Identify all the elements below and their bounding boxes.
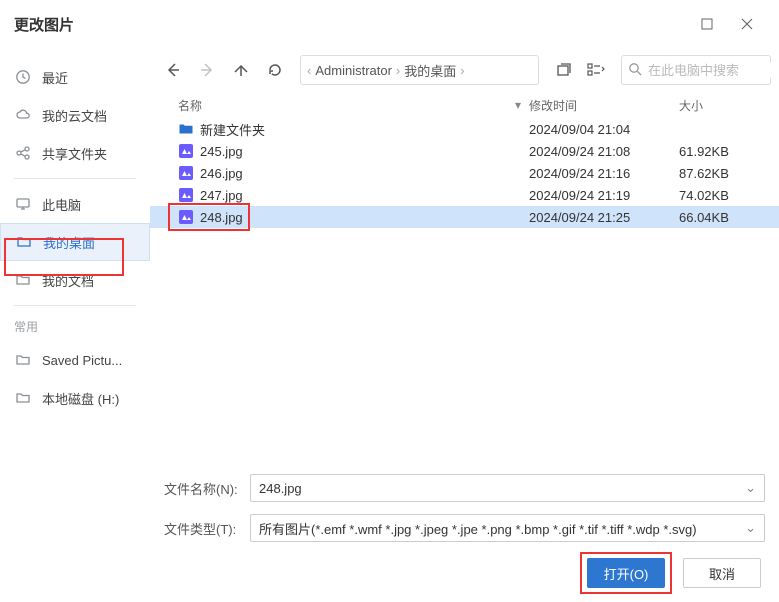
sidebar-item-desktop[interactable]: 我的桌面: [0, 223, 150, 261]
cancel-button[interactable]: 取消: [683, 558, 761, 588]
sidebar-item-label: 我的文档: [42, 271, 94, 290]
column-name[interactable]: 名称▾: [178, 97, 529, 114]
sidebar-item-label: 我的云文档: [42, 106, 107, 125]
file-row[interactable]: 246.jpg2024/09/24 21:1687.62KB: [150, 162, 779, 184]
chevron-left-icon: ‹: [307, 63, 311, 78]
share-icon: [14, 144, 32, 162]
close-button[interactable]: [727, 0, 767, 48]
sidebar-item-drive-h[interactable]: 本地磁盘 (H:): [0, 379, 150, 417]
image-file-icon: [178, 165, 194, 181]
sidebar-item-savedpics[interactable]: Saved Pictu...: [0, 341, 150, 379]
sidebar-item-label: 共享文件夹: [42, 144, 107, 163]
breadcrumb-part[interactable]: Administrator: [315, 63, 392, 78]
file-size: 74.02KB: [679, 188, 769, 203]
sidebar-section-header: 常用: [0, 312, 150, 341]
sidebar-item-label: 我的桌面: [43, 233, 95, 252]
maximize-button[interactable]: [687, 0, 727, 48]
sidebar: 最近 我的云文档 共享文件夹 此电脑 我的桌面 我的文档: [0, 48, 150, 602]
file-name: 248.jpg: [200, 210, 529, 225]
column-size[interactable]: 大小: [679, 97, 769, 114]
up-button[interactable]: [226, 55, 256, 85]
chevron-right-icon: ›: [460, 63, 464, 78]
view-mode-button[interactable]: [581, 55, 611, 85]
sidebar-item-shared[interactable]: 共享文件夹: [0, 134, 150, 172]
sidebar-item-label: 最近: [42, 68, 68, 87]
image-file-icon: [178, 187, 194, 203]
sort-indicator-icon: ▾: [515, 98, 521, 112]
folder-icon: [14, 271, 32, 289]
file-size: 66.04KB: [679, 210, 769, 225]
open-button[interactable]: 打开(O): [587, 558, 665, 588]
filename-combo[interactable]: 248.jpg ⌄: [250, 474, 765, 502]
toolbar: ‹ Administrator › 我的桌面 ›: [150, 48, 779, 88]
file-name: 246.jpg: [200, 166, 529, 181]
column-modified[interactable]: 修改时间: [529, 97, 679, 114]
sidebar-item-documents[interactable]: 我的文档: [0, 261, 150, 299]
chevron-right-icon: ›: [396, 63, 400, 78]
folder-icon: [15, 233, 33, 251]
folder-icon: [14, 389, 32, 407]
file-name: 245.jpg: [200, 144, 529, 159]
file-modified: 2024/09/24 21:25: [529, 210, 679, 225]
chevron-down-icon: ⌄: [745, 480, 756, 496]
file-row[interactable]: 247.jpg2024/09/24 21:1974.02KB: [150, 184, 779, 206]
right-panel: ‹ Administrator › 我的桌面 › 名称▾ 修改时间: [150, 48, 779, 602]
breadcrumb-part[interactable]: 我的桌面: [404, 61, 456, 80]
file-row[interactable]: 245.jpg2024/09/24 21:0861.92KB: [150, 140, 779, 162]
titlebar: 更改图片: [0, 0, 779, 48]
monitor-icon: [14, 195, 32, 213]
search-box[interactable]: [621, 55, 771, 85]
filetype-label: 文件类型(T):: [164, 519, 240, 538]
file-list: 新建文件夹2024/09/04 21:04245.jpg2024/09/24 2…: [150, 118, 779, 462]
file-size: 87.62KB: [679, 166, 769, 181]
filename-label: 文件名称(N):: [164, 479, 240, 498]
new-window-button[interactable]: [549, 55, 579, 85]
sidebar-item-recent[interactable]: 最近: [0, 58, 150, 96]
breadcrumb[interactable]: ‹ Administrator › 我的桌面 ›: [300, 55, 539, 85]
chevron-down-icon: ⌄: [745, 520, 756, 536]
column-headers: 名称▾ 修改时间 大小: [150, 88, 779, 118]
file-name: 247.jpg: [200, 188, 529, 203]
filetype-value: 所有图片(*.emf *.wmf *.jpg *.jpeg *.jpe *.pn…: [259, 519, 697, 538]
filetype-combo[interactable]: 所有图片(*.emf *.wmf *.jpg *.jpeg *.jpe *.pn…: [250, 514, 765, 542]
folder-icon: [178, 121, 194, 137]
search-icon: [628, 62, 642, 79]
search-input[interactable]: [648, 63, 779, 78]
image-file-icon: [178, 209, 194, 225]
clock-icon: [14, 68, 32, 86]
file-row[interactable]: 新建文件夹2024/09/04 21:04: [150, 118, 779, 140]
file-modified: 2024/09/24 21:19: [529, 188, 679, 203]
sidebar-separator: [14, 305, 136, 306]
refresh-button[interactable]: [260, 55, 290, 85]
window-title: 更改图片: [12, 14, 74, 35]
sidebar-separator: [14, 178, 136, 179]
bottom-bar: 文件名称(N): 248.jpg ⌄ 文件类型(T): 所有图片(*.emf *…: [150, 462, 779, 602]
file-size: 61.92KB: [679, 144, 769, 159]
cloud-icon: [14, 106, 32, 124]
folder-icon: [14, 351, 32, 369]
file-modified: 2024/09/24 21:08: [529, 144, 679, 159]
file-row[interactable]: 248.jpg2024/09/24 21:2566.04KB: [150, 206, 779, 228]
forward-button[interactable]: [192, 55, 222, 85]
file-modified: 2024/09/24 21:16: [529, 166, 679, 181]
sidebar-item-thispc[interactable]: 此电脑: [0, 185, 150, 223]
file-modified: 2024/09/04 21:04: [529, 122, 679, 137]
sidebar-item-label: 此电脑: [42, 195, 81, 214]
sidebar-item-label: 本地磁盘 (H:): [42, 389, 119, 408]
image-file-icon: [178, 143, 194, 159]
filename-value: 248.jpg: [259, 481, 302, 496]
file-name: 新建文件夹: [200, 120, 529, 139]
sidebar-item-cloud[interactable]: 我的云文档: [0, 96, 150, 134]
back-button[interactable]: [158, 55, 188, 85]
sidebar-item-label: Saved Pictu...: [42, 353, 122, 368]
